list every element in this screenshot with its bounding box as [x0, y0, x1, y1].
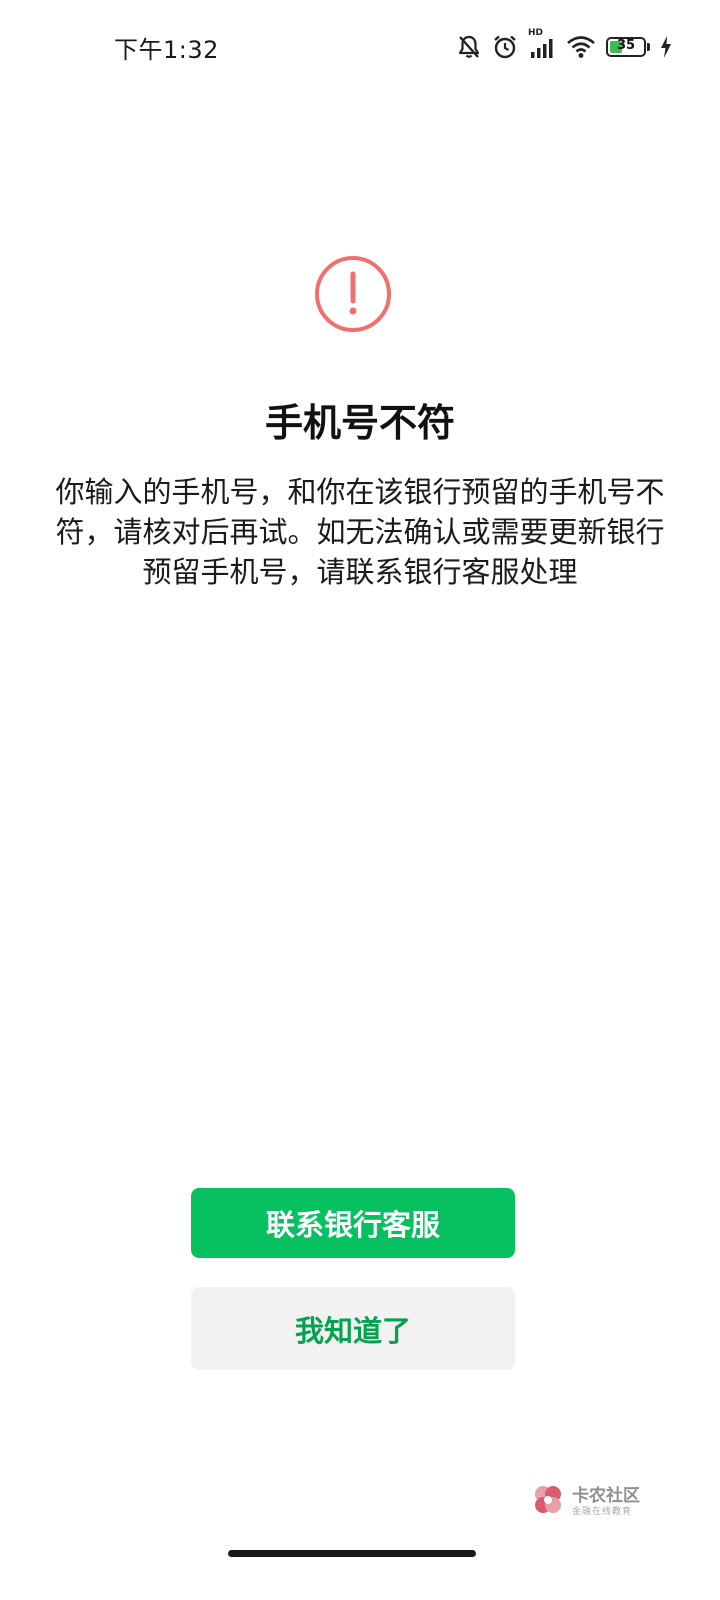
- alarm-icon: [492, 34, 518, 60]
- status-bar: 下午1:32 HD 35: [0, 0, 720, 96]
- contact-bank-service-button[interactable]: 联系银行客服: [191, 1188, 515, 1258]
- dialog-description: 你输入的手机号，和你在该银行预留的手机号不符，请核对后再试。如无法确认或需要更新…: [55, 475, 665, 589]
- charging-icon: [660, 35, 672, 59]
- watermark-subtitle: 金融在线教育: [572, 1506, 633, 1517]
- status-time: 下午1:32: [114, 36, 219, 64]
- battery-icon: 35: [606, 37, 650, 57]
- watermark-logo-icon: [530, 1482, 566, 1522]
- bell-off-icon: [456, 34, 482, 60]
- exclamation-circle-icon: [314, 255, 392, 333]
- watermark: 卡农社区 金融在线教育: [530, 1482, 670, 1522]
- battery-level: 35: [616, 38, 636, 53]
- status-icons: HD 35: [456, 28, 672, 64]
- acknowledge-button[interactable]: 我知道了: [191, 1287, 515, 1370]
- wifi-icon: [566, 34, 596, 60]
- watermark-title: 卡农社区: [572, 1485, 640, 1506]
- home-indicator[interactable]: [228, 1550, 476, 1557]
- dialog-title: 手机号不符: [264, 401, 455, 445]
- network-label: HD: [528, 28, 544, 38]
- signal-icon: HD: [528, 28, 556, 60]
